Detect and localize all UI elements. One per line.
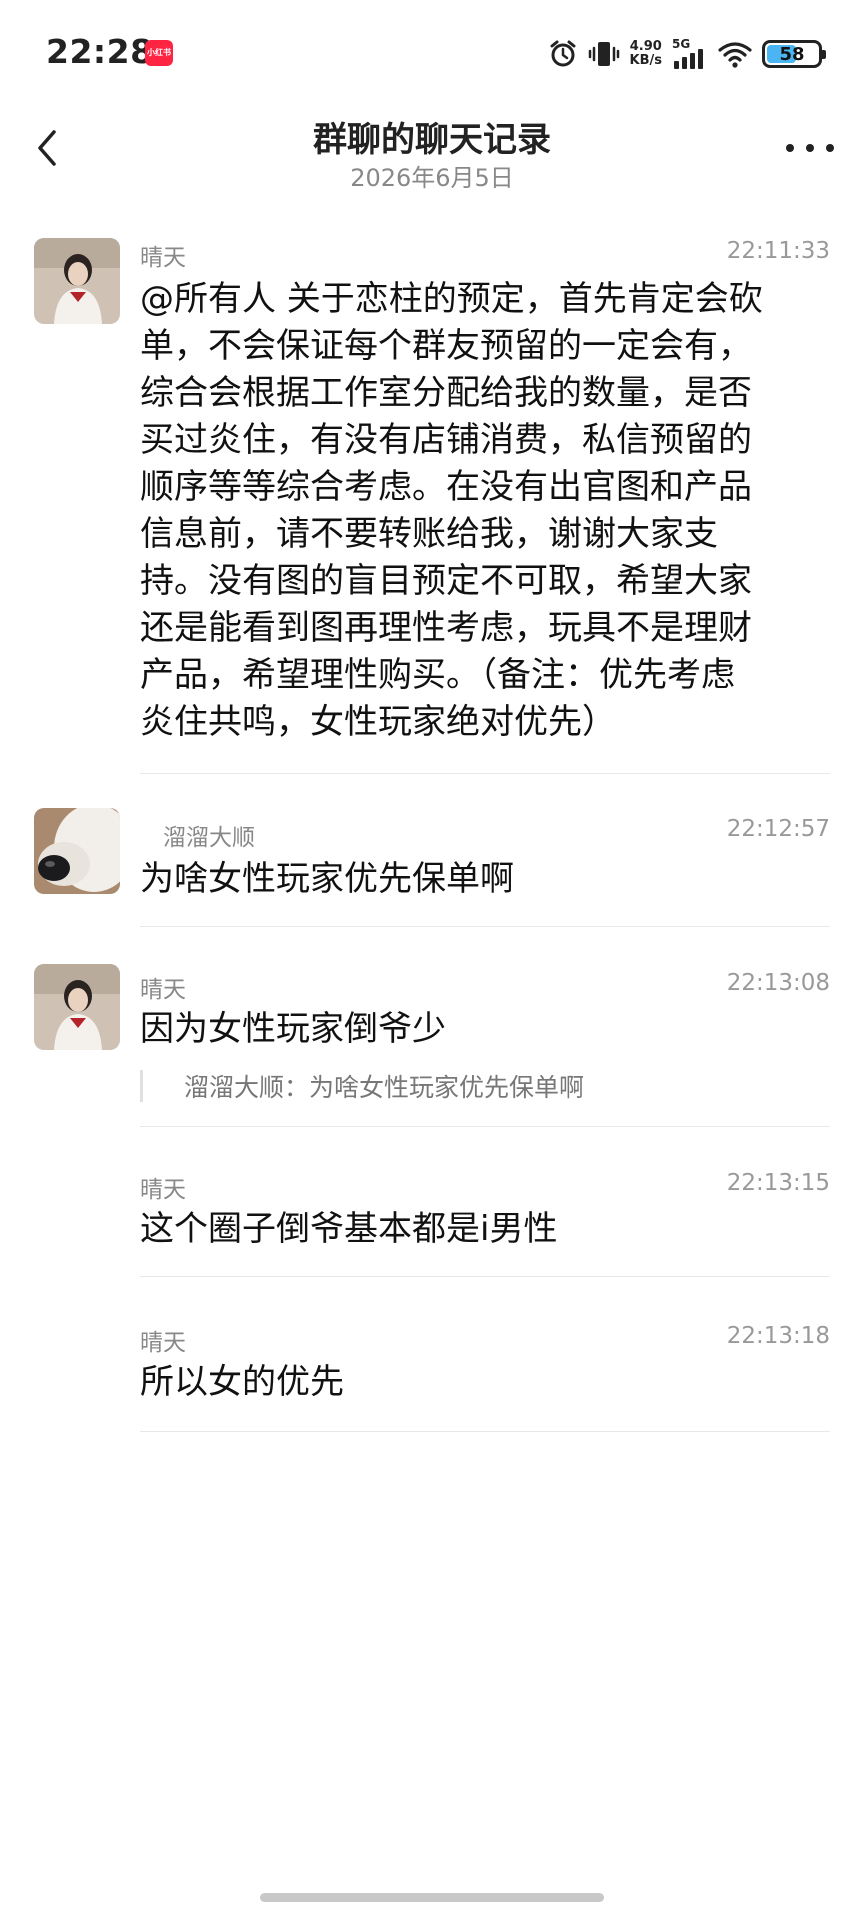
divider [140, 773, 830, 774]
message-text: 为啥女性玩家优先保单啊 [140, 856, 825, 903]
network-speed-unit: KB/s [629, 53, 662, 68]
record-date: 2026年6月5日 [350, 164, 514, 192]
chat-message: 晴天 22:13:08 因为女性玩家倒爷少 溜溜大顺：为啥女性玩家优先保单啊 [0, 960, 864, 1130]
chat-message: 晴天 22:13:18 所以女的优先 [0, 1315, 864, 1435]
message-line: 这个圈子倒爷基本都是i男性 [140, 1209, 558, 1249]
sender-name: 溜溜大顺 [163, 825, 255, 851]
message-line: 买过炎住，有没有店铺消费，私信预留的 [140, 420, 752, 460]
message-line: 信息前，请不要转账给我，谢谢大家支 [140, 514, 718, 554]
status-time: 22:28 [46, 32, 154, 71]
message-line: 单，不会保证每个群友预留的一定会有， [140, 326, 752, 366]
sender-name: 晴天 [140, 1330, 186, 1356]
chat-message: 晴天 22:11:33 @所有人 关于恋柱的预定，首先肯定会砍 单，不会保证每个… [0, 230, 864, 790]
message-line: 产品，希望理性购买。（备注：优先考虑 [140, 655, 735, 695]
message-text: 因为女性玩家倒爷少 [140, 1006, 825, 1053]
message-text: @所有人 关于恋柱的预定，首先肯定会砍 单，不会保证每个群友预留的一定会有， 综… [140, 276, 825, 746]
wifi-icon [718, 42, 752, 68]
chat-message: 晴天 22:13:15 这个圈子倒爷基本都是i男性 [0, 1160, 864, 1280]
sender-name: 晴天 [140, 977, 186, 1003]
message-text: 所以女的优先 [140, 1359, 825, 1406]
app-notification-icon: 小红书 [145, 40, 173, 66]
message-time: 22:13:08 [726, 970, 830, 996]
chat-record-header: 群聊的聊天记录 2026年6月5日 [0, 100, 864, 210]
network-speed: 4.90 KB/s [630, 40, 662, 68]
sender-name: 晴天 [140, 1177, 186, 1203]
status-bar: 22:28 小红书 4.90 KB/s 5G 58 [0, 0, 864, 110]
quoted-message[interactable]: 溜溜大顺：为啥女性玩家优先保单啊 [140, 1068, 584, 1104]
more-options-icon[interactable] [786, 136, 834, 160]
message-line: @所有人 关于恋柱的预定，首先肯定会砍 [140, 279, 763, 319]
divider [140, 1276, 830, 1277]
avatar [34, 964, 120, 1050]
message-time: 22:12:57 [726, 816, 830, 842]
divider [140, 1126, 830, 1127]
avatar [34, 808, 120, 894]
signal-icon: 5G [672, 37, 708, 71]
message-line: 因为女性玩家倒爷少 [140, 1009, 446, 1049]
message-time: 22:11:33 [726, 238, 830, 264]
divider [140, 1431, 830, 1432]
message-line: 还是能看到图再理性考虑，玩具不是理财 [140, 608, 752, 648]
avatar [34, 238, 120, 324]
page-title: 群聊的聊天记录 [313, 120, 551, 160]
sender-name: 晴天 [140, 245, 186, 271]
status-icons: 4.90 KB/s 5G 58 [548, 34, 826, 74]
divider [140, 926, 830, 927]
message-time: 22:13:15 [726, 1170, 830, 1196]
home-indicator[interactable] [260, 1893, 604, 1902]
battery-icon: 58 [762, 40, 826, 68]
alarm-icon [550, 40, 576, 67]
message-line: 所以女的优先 [140, 1362, 344, 1402]
chat-message: 溜溜大顺 22:12:57 为啥女性玩家优先保单啊 [0, 800, 864, 930]
network-speed-value: 4.90 [629, 39, 662, 54]
message-line: 顺序等等综合考虑。在没有出官图和产品 [140, 467, 752, 507]
message-line: 持。没有图的盲目预定不可取，希望大家 [140, 561, 752, 601]
message-line: 综合会根据工作室分配给我的数量，是否 [140, 373, 752, 413]
message-line: 炎住共鸣，女性玩家绝对优先） [140, 702, 616, 742]
message-text: 这个圈子倒爷基本都是i男性 [140, 1206, 825, 1253]
vibrate-icon [588, 42, 619, 66]
message-time: 22:13:18 [726, 1323, 830, 1349]
message-line: 为啥女性玩家优先保单啊 [140, 859, 514, 899]
battery-level: 58 [779, 44, 805, 65]
